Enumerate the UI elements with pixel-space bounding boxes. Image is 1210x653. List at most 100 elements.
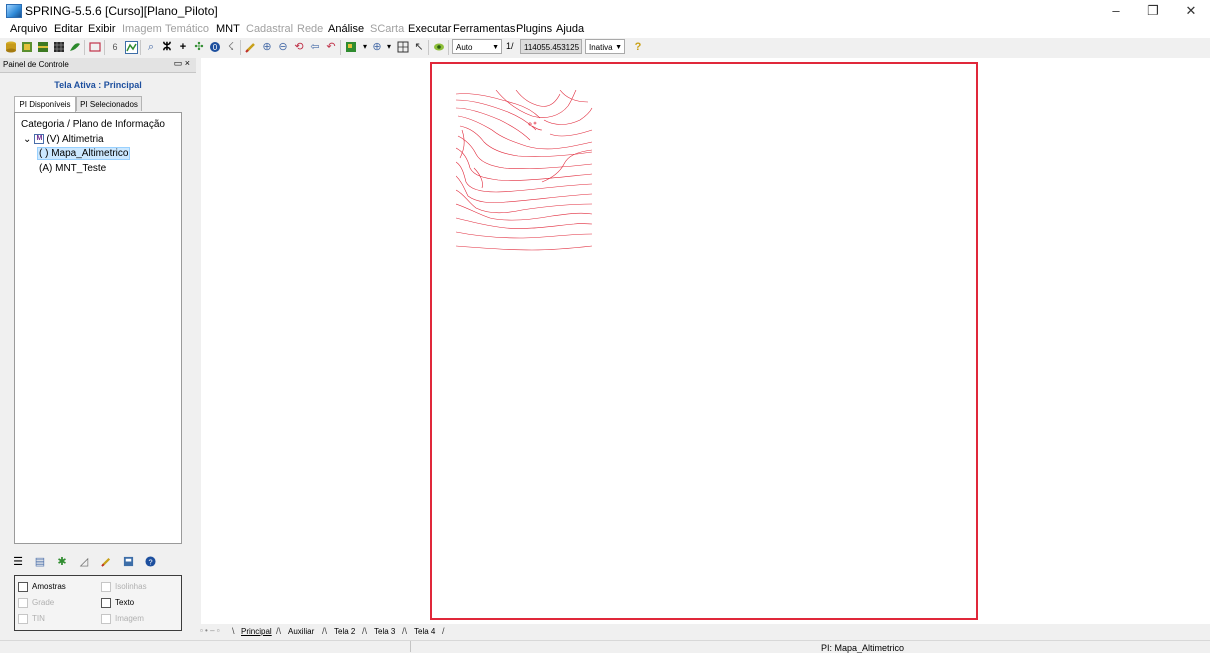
model-icon[interactable] <box>124 40 138 54</box>
map-icon[interactable]: ✱ <box>56 556 68 568</box>
scale-input[interactable]: 114055.453125 <box>520 39 582 54</box>
category-icon[interactable] <box>36 40 50 54</box>
panel-float-close-icon[interactable]: ▭ × <box>174 58 190 69</box>
tab-scroll-markers[interactable]: ▫ • – ▫ <box>200 626 220 635</box>
cursor-mode-value: Inativa <box>589 43 613 52</box>
texto-checkbox[interactable] <box>101 598 111 608</box>
tab-principal[interactable]: Principal <box>241 627 272 636</box>
tree-item-label: ( ) Mapa_Altimetrico <box>37 147 131 160</box>
cursor-mode-select[interactable]: Inativa ▼ <box>585 39 625 54</box>
info-icon[interactable]: 0 <box>208 40 222 54</box>
zoom-out-icon[interactable]: ⊖ <box>276 40 290 54</box>
option-label: TIN <box>32 614 45 624</box>
menu-exibir[interactable]: Exibir <box>88 23 116 35</box>
grid-icon[interactable] <box>52 40 66 54</box>
tree-item-mnt-teste[interactable]: (A) MNT_Teste <box>39 163 106 174</box>
status-bar: PI: Mapa_Altimetrico <box>0 640 1210 653</box>
database-icon[interactable] <box>4 40 18 54</box>
tree-item-mapa-altimetrico[interactable]: ( ) Mapa_Altimetrico <box>37 147 131 160</box>
screen-icon[interactable] <box>396 40 410 54</box>
option-texto[interactable]: Texto <box>101 598 134 608</box>
grade-checkbox[interactable] <box>18 598 28 608</box>
overlay-icon[interactable] <box>432 40 446 54</box>
tree-item-label: (A) MNT_Teste <box>39 163 107 174</box>
help-icon[interactable]: ? <box>144 556 156 568</box>
help-icon[interactable]: ? <box>631 40 645 54</box>
active-screen-label: Tela Ativa : Principal <box>54 80 142 90</box>
zoom-fit-icon[interactable]: ⵣ <box>160 40 174 54</box>
back-icon[interactable]: ⇦ <box>308 40 322 54</box>
tab-pi-disponiveis[interactable]: PI Disponíveis <box>14 96 76 112</box>
tree-category-altimetria[interactable]: ⌄ M (V) Altimetria <box>23 134 104 145</box>
undo-icon[interactable]: ↶ <box>324 40 338 54</box>
amostras-checkbox[interactable] <box>18 582 28 592</box>
menu-tematico[interactable]: Temático <box>165 23 209 35</box>
menu-executar[interactable]: Executar <box>408 23 451 35</box>
menu-arquivo[interactable]: Arquivo <box>10 23 47 35</box>
zoom-in-icon[interactable]: ⊕ <box>260 40 274 54</box>
toolbar: 6 ⌕ ⵣ + ✣ 0 ☇ ⊕ ⊖ ⟲ ⇦ ↶ ▾ ⊕ ▾ ↖ Auto ▼ 1… <box>0 38 1210 58</box>
menu-plugins[interactable]: Plugins <box>516 23 552 35</box>
tab-tela-3[interactable]: Tela 3 <box>374 627 395 636</box>
menu-scarta[interactable]: SCarta <box>370 23 404 35</box>
window-icon[interactable] <box>88 40 102 54</box>
pencil-icon[interactable] <box>244 40 258 54</box>
mnt-category-icon: M <box>34 134 45 145</box>
menu-rede[interactable]: Rede <box>297 23 323 35</box>
scale-prefix: 1/ <box>506 41 514 51</box>
option-grade[interactable]: Grade <box>18 598 54 608</box>
chevron-down-icon: ▼ <box>492 44 499 51</box>
menu-analise[interactable]: Análise <box>328 23 364 35</box>
tree-category-label: (V) Altimetria <box>46 134 104 145</box>
maximize-button[interactable]: ❐ <box>1138 2 1168 20</box>
zoom-mode-select[interactable]: Auto ▼ <box>452 39 502 54</box>
imagem-checkbox[interactable] <box>101 614 111 624</box>
zoom-previous-icon[interactable]: ⟲ <box>292 40 306 54</box>
list-icon[interactable]: ☰ <box>12 556 24 568</box>
tab-pi-selecionados[interactable]: PI Selecionados <box>76 96 142 111</box>
histogram-icon[interactable]: ◿ <box>78 556 90 568</box>
option-tin[interactable]: TIN <box>18 614 45 624</box>
option-isolinhas[interactable]: Isolinhas <box>101 582 147 592</box>
zoom-area-icon[interactable]: ⌕ <box>144 40 158 54</box>
layout-icon[interactable] <box>122 556 134 568</box>
option-label: Isolinhas <box>115 582 147 592</box>
map-frame <box>430 62 978 620</box>
svg-text:?: ? <box>148 557 152 566</box>
tab-tela-4[interactable]: Tela 4 <box>414 627 435 636</box>
add-icon[interactable]: + <box>176 40 190 54</box>
option-label: Imagem <box>115 614 144 624</box>
option-label: Amostras <box>32 582 66 592</box>
option-label: Grade <box>32 598 55 608</box>
pointer-icon[interactable]: ☇ <box>224 40 238 54</box>
menu-editar[interactable]: Editar <box>54 23 83 35</box>
edit-icon[interactable] <box>68 40 82 54</box>
chevron-down-icon[interactable]: ⌄ <box>23 134 31 145</box>
draw-icon[interactable] <box>344 40 358 54</box>
isolinhas-checkbox[interactable] <box>101 582 111 592</box>
pan-icon[interactable]: ✣ <box>192 40 206 54</box>
menu-mnt[interactable]: MNT <box>216 23 240 35</box>
option-imagem[interactable]: Imagem <box>101 614 144 624</box>
table-icon[interactable]: ▤ <box>34 556 46 568</box>
zoom-dropdown-icon[interactable]: ▾ <box>382 40 396 54</box>
contour-lines <box>456 90 593 251</box>
drawing-area[interactable] <box>201 58 1210 624</box>
close-button[interactable]: ✕ <box>1176 2 1206 20</box>
tin-checkbox[interactable] <box>18 614 28 624</box>
tab-tela-2[interactable]: Tela 2 <box>334 627 355 636</box>
project-icon[interactable] <box>20 40 34 54</box>
minimize-button[interactable]: – <box>1101 2 1131 20</box>
menu-cadastral[interactable]: Cadastral <box>246 23 293 35</box>
cursor-icon[interactable]: ↖ <box>412 40 426 54</box>
tab-auxiliar[interactable]: Auxiliar <box>288 627 314 636</box>
edit-pencil-icon[interactable] <box>100 556 112 568</box>
menu-ajuda[interactable]: Ajuda <box>556 23 584 35</box>
control-panel: Painel de Controle ▭ × Tela Ativa : Prin… <box>0 58 196 631</box>
menu-imagem[interactable]: Imagem <box>122 23 162 35</box>
option-amostras[interactable]: Amostras <box>18 582 66 592</box>
zoom-mode-value: Auto <box>456 43 473 52</box>
number-icon[interactable]: 6 <box>108 40 122 54</box>
menu-ferramentas[interactable]: Ferramentas <box>453 23 515 35</box>
app-icon <box>6 4 22 18</box>
